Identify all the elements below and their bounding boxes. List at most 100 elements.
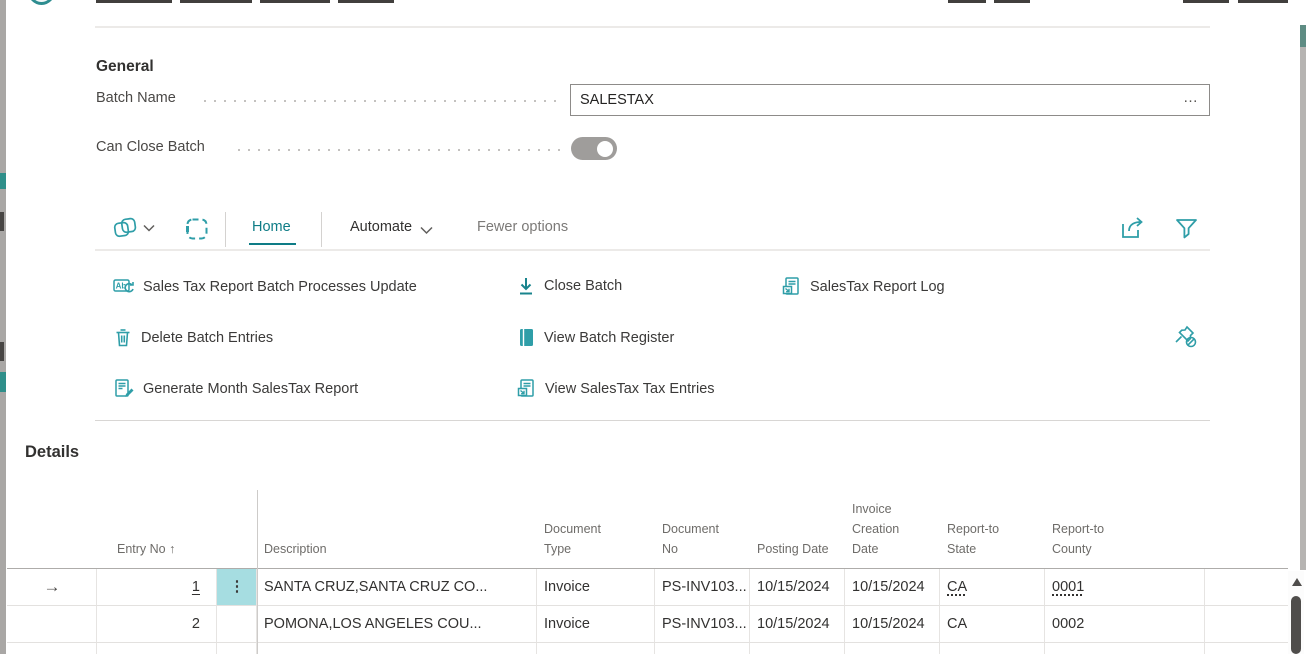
update-icon: Ab: [113, 276, 135, 297]
cell-posting-date[interactable]: 10/15/2024: [750, 569, 845, 606]
unpin-icon[interactable]: [1172, 322, 1200, 352]
cell-posting-date[interactable]: 10/15/2024: [750, 606, 845, 643]
cell-entry-no[interactable]: 1: [97, 569, 217, 606]
dotted-leader: [204, 100, 562, 102]
row-menu-button[interactable]: ⋮: [217, 569, 257, 606]
clipped-toolbar-fragment: [180, 0, 252, 3]
cell-description[interactable]: SANTA CRUZ,SANTA CRUZ CO...: [257, 569, 537, 606]
action-sales-tax-report-batch-processes-update[interactable]: Ab Sales Tax Report Batch Processes Upda…: [113, 276, 417, 297]
col-header-indicator: [7, 490, 97, 569]
filter-icon[interactable]: [1175, 217, 1198, 240]
clipped-toolbar-fragment: [1183, 0, 1229, 3]
cell-report-to-county[interactable]: 0002: [1045, 606, 1205, 643]
batch-card-dialog: General Batch Name … Can Close Batch Hom…: [0, 0, 1308, 654]
partial-row-cell[interactable]: [845, 643, 940, 654]
cell-document-no[interactable]: PS-INV103...: [655, 569, 750, 606]
clipped-toolbar-fragment: [96, 0, 172, 3]
table-scrollbar-thumb[interactable]: [1291, 596, 1301, 654]
can-close-batch-label: Can Close Batch: [96, 139, 205, 155]
col-header-row-menu: [217, 490, 257, 569]
cell-invoice-creation-date[interactable]: 10/15/2024: [845, 606, 940, 643]
clipped-toolbar-fragment: [1238, 0, 1288, 3]
clipped-text-fragment: [0, 372, 6, 392]
partial-row-cell[interactable]: [655, 643, 750, 654]
action-view-batch-register[interactable]: View Batch Register: [516, 327, 674, 348]
details-table: Entry No ↑ Description Document Type Doc…: [7, 490, 1288, 654]
partial-row-cell[interactable]: [257, 643, 537, 654]
clipped-toolbar-fragment: [948, 0, 986, 3]
general-section-heading: General: [96, 58, 154, 76]
partial-row-cell[interactable]: [97, 643, 217, 654]
details-section-heading: Details: [25, 443, 79, 462]
cell-filler: [1205, 606, 1288, 643]
menu-divider: [321, 212, 322, 247]
partial-row-cell[interactable]: [217, 643, 257, 654]
clipped-toolbar-fragment: [338, 0, 394, 3]
scroll-up-arrow-icon[interactable]: [1292, 578, 1302, 586]
action-close-batch[interactable]: Close Batch: [516, 276, 622, 296]
cell-report-to-state[interactable]: CA: [940, 606, 1045, 643]
share-icon[interactable]: [1119, 215, 1149, 241]
partial-row-cell[interactable]: [537, 643, 655, 654]
switch-actions-icon[interactable]: [112, 215, 142, 243]
col-header-description[interactable]: Description: [257, 490, 537, 569]
can-close-batch-toggle[interactable]: [571, 137, 617, 160]
partial-row-cell: [1205, 643, 1288, 654]
close-batch-icon: [516, 276, 536, 296]
row-menu-cell[interactable]: [217, 606, 257, 643]
cell-document-type[interactable]: Invoice: [537, 606, 655, 643]
page-scrollbar-cap: [1300, 25, 1306, 47]
cell-document-type[interactable]: Invoice: [537, 569, 655, 606]
action-delete-batch-entries[interactable]: Delete Batch Entries: [113, 327, 273, 348]
clipped-text-fragment: [0, 342, 4, 361]
col-header-entry-no[interactable]: Entry No ↑: [97, 490, 217, 569]
header-divider: [95, 26, 1210, 28]
sort-ascending-icon: ↑: [169, 542, 175, 556]
assist-edit-button[interactable]: …: [1176, 84, 1206, 116]
row-indicator[interactable]: [7, 606, 97, 643]
col-header-report-to-state[interactable]: Report-to State: [940, 490, 1045, 569]
col-header-report-to-county[interactable]: Report-to County: [1045, 490, 1205, 569]
freeze-pane-divider: [257, 490, 258, 654]
partial-row-cell[interactable]: [1045, 643, 1205, 654]
col-header-document-type[interactable]: Document Type: [537, 490, 655, 569]
action-generate-month-salestax-report[interactable]: Generate Month SalesTax Report: [113, 378, 358, 399]
tab-automate[interactable]: Automate: [350, 219, 412, 235]
cell-filler: [1205, 569, 1288, 606]
clipped-toolbar-fragment: [260, 0, 330, 3]
row-indicator[interactable]: [7, 643, 97, 654]
col-header-document-no[interactable]: Document No: [655, 490, 750, 569]
col-header-posting-date[interactable]: Posting Date: [750, 490, 845, 569]
section-divider: [95, 420, 1210, 421]
cell-description[interactable]: POMONA,LOS ANGELES COU...: [257, 606, 537, 643]
cell-invoice-creation-date[interactable]: 10/15/2024: [845, 569, 940, 606]
cell-report-to-state[interactable]: CA: [940, 569, 1045, 606]
tab-home[interactable]: Home: [252, 219, 291, 235]
cell-report-to-county[interactable]: 0001: [1045, 569, 1205, 606]
cell-entry-no[interactable]: 2: [97, 606, 217, 643]
partial-row-cell[interactable]: [750, 643, 845, 654]
col-header-filler: [1205, 490, 1288, 569]
page-left-scroll-strip[interactable]: [0, 0, 6, 654]
chevron-down-icon[interactable]: [143, 224, 155, 232]
clipped-text-fragment: [0, 173, 6, 189]
batch-name-input[interactable]: [570, 84, 1210, 116]
tax-entries-icon: [516, 378, 537, 399]
cell-document-no[interactable]: PS-INV103...: [655, 606, 750, 643]
action-view-salestax-tax-entries[interactable]: View SalesTax Tax Entries: [516, 378, 715, 399]
toggle-knob: [597, 141, 613, 157]
col-header-invoice-creation-date[interactable]: Invoice Creation Date: [845, 490, 940, 569]
action-salestax-report-log[interactable]: SalesTax Report Log: [781, 276, 945, 297]
tab-home-active-underline: [249, 243, 296, 245]
report-log-icon: [781, 276, 802, 297]
partial-row-cell[interactable]: [940, 643, 1045, 654]
clipped-avatar-circle: [28, 0, 55, 5]
page-scrollbar-rail[interactable]: [1300, 25, 1306, 570]
dotted-leader: [238, 149, 562, 151]
design-mode-icon[interactable]: [185, 217, 209, 241]
clipped-text-fragment: [0, 212, 4, 231]
chevron-down-icon: [420, 226, 433, 235]
fewer-options-button[interactable]: Fewer options: [477, 219, 568, 235]
menu-divider: [225, 212, 226, 247]
delete-icon: [113, 327, 133, 348]
